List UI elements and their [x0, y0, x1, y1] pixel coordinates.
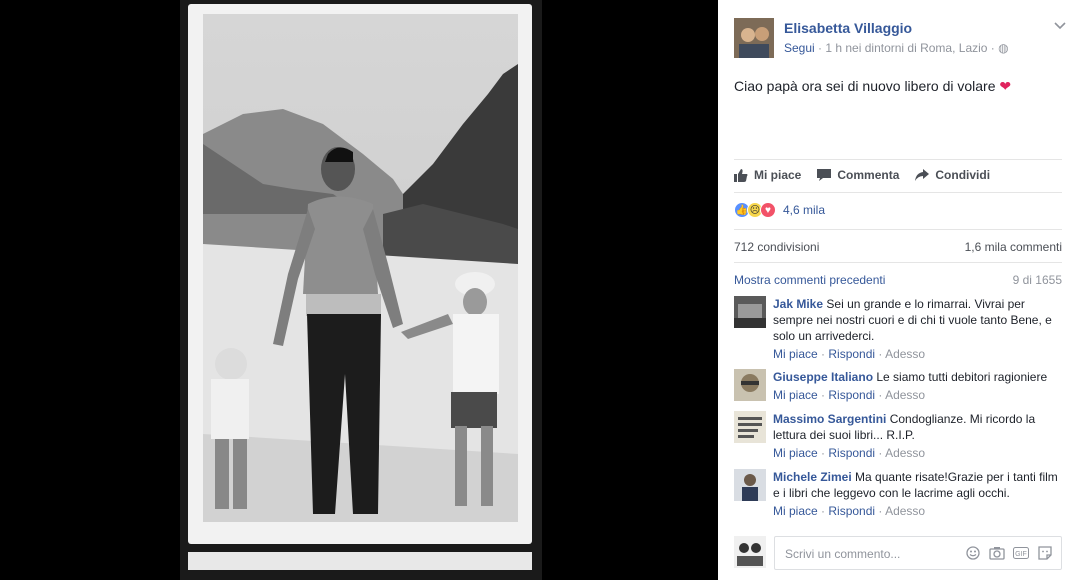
comment-time: Adesso [885, 347, 926, 361]
comment-time: Adesso [885, 388, 926, 402]
commenter-avatar[interactable] [734, 469, 766, 501]
comment-reply-link[interactable]: Rispondi [828, 388, 875, 402]
divider [734, 229, 1062, 230]
post-meta: Segui · 1 h nei dintorni di Roma, Lazio … [784, 41, 1009, 55]
divider [734, 262, 1062, 263]
commenter-avatar[interactable] [734, 296, 766, 328]
chevron-down-icon[interactable] [1054, 18, 1066, 33]
show-previous-comments[interactable]: Mostra commenti precedenti [734, 273, 885, 287]
post-panel: Elisabetta Villaggio Segui · 1 h nei din… [718, 0, 1078, 580]
current-user-avatar [734, 536, 766, 568]
svg-text:GIF: GIF [1015, 551, 1027, 558]
comment-footer: Mi piace · Rispondi · Adesso [773, 347, 926, 361]
gif-icon[interactable]: GIF [1013, 545, 1029, 561]
comment-time: Adesso [885, 446, 926, 460]
shares-count[interactable]: 712 condivisioni [734, 240, 819, 254]
comment-composer: Scrivi un commento... GIF [734, 534, 1062, 572]
comment-reply-link[interactable]: Rispondi [828, 347, 875, 361]
thumbs-up-icon [734, 169, 748, 182]
reactions-summary[interactable]: 👍 ☹ ♥ 4,6 mila [734, 202, 825, 218]
emoji-icon[interactable] [965, 545, 981, 561]
commenter-name[interactable]: Massimo Sargentini [773, 412, 886, 426]
post-header: Elisabetta Villaggio Segui · 1 h nei din… [734, 18, 1066, 62]
comment-reply-link[interactable]: Rispondi [828, 504, 875, 518]
comment-body: Giuseppe Italiano Le siamo tutti debitor… [773, 369, 1062, 403]
post-stats: 712 condivisioni 1,6 mila commenti [734, 240, 1062, 254]
comment-icon [817, 169, 832, 181]
comment-footer: Mi piace · Rispondi · Adesso [773, 504, 926, 518]
share-arrow-icon [915, 169, 930, 181]
comments-count[interactable]: 1,6 mila commenti [965, 240, 1062, 254]
comment-footer: Mi piace · Rispondi · Adesso [773, 388, 926, 402]
comment-button[interactable]: Commenta [817, 168, 899, 182]
comment-like-link[interactable]: Mi piace [773, 347, 818, 361]
commenter-name[interactable]: Giuseppe Italiano [773, 370, 873, 384]
second-photo-edge [188, 552, 532, 570]
photo-viewer [0, 0, 718, 580]
commenter-name[interactable]: Jak Mike [773, 297, 823, 311]
share-label: Condividi [935, 168, 991, 182]
post-time-location: · 1 h nei dintorni di Roma, Lazio · [814, 41, 999, 55]
author-avatar[interactable] [734, 18, 774, 58]
author-name[interactable]: Elisabetta Villaggio [784, 20, 912, 36]
comment-body: Michele Zimei Ma quante risate!Grazie pe… [773, 469, 1062, 519]
action-bar: Mi piace Commenta Condividi [734, 160, 1062, 190]
comment-reply-link[interactable]: Rispondi [828, 446, 875, 460]
comments-pager: 9 di 1655 [1012, 273, 1062, 287]
comment-placeholder: Scrivi un commento... [785, 547, 901, 561]
comment-like-link[interactable]: Mi piace [773, 504, 818, 518]
follow-link[interactable]: Segui [784, 41, 815, 55]
camera-icon[interactable] [989, 545, 1005, 561]
divider [734, 192, 1062, 193]
comment-label: Commenta [837, 168, 900, 182]
composer-icons: GIF [957, 545, 1053, 561]
commenter-name[interactable]: Michele Zimei [773, 470, 852, 484]
comments-nav: Mostra commenti precedenti 9 di 1655 [734, 273, 1062, 287]
comment-time: Adesso [885, 504, 926, 518]
comment-like-link[interactable]: Mi piace [773, 388, 818, 402]
commenter-avatar[interactable] [734, 411, 766, 443]
post-message: Ciao papà ora sei di nuovo libero di vol… [734, 78, 996, 94]
reactions-count: 4,6 mila [783, 203, 826, 217]
heart-emoji: ❤ [999, 78, 1012, 94]
globe-icon: ◍ [998, 41, 1009, 55]
comment-footer: Mi piace · Rispondi · Adesso [773, 446, 926, 460]
comment-like-link[interactable]: Mi piace [773, 446, 818, 460]
sticker-icon[interactable] [1037, 545, 1053, 561]
comment-body: Jak Mike Sei un grande e lo rimarrai. Vi… [773, 296, 1062, 362]
comment-text: Le siamo tutti debitori ragioniere [876, 370, 1048, 384]
post-photo[interactable] [203, 14, 518, 522]
comment-body: Massimo Sargentini Condoglianze. Mi rico… [773, 411, 1062, 461]
share-button[interactable]: Condividi [915, 168, 990, 182]
like-label: Mi piace [754, 168, 802, 182]
post-text: Ciao papà ora sei di nuovo libero di vol… [734, 78, 1011, 95]
comment-input[interactable]: Scrivi un commento... GIF [774, 536, 1062, 570]
like-button[interactable]: Mi piace [734, 168, 801, 182]
commenter-avatar[interactable] [734, 369, 766, 401]
love-reaction-icon: ♥ [760, 202, 776, 218]
